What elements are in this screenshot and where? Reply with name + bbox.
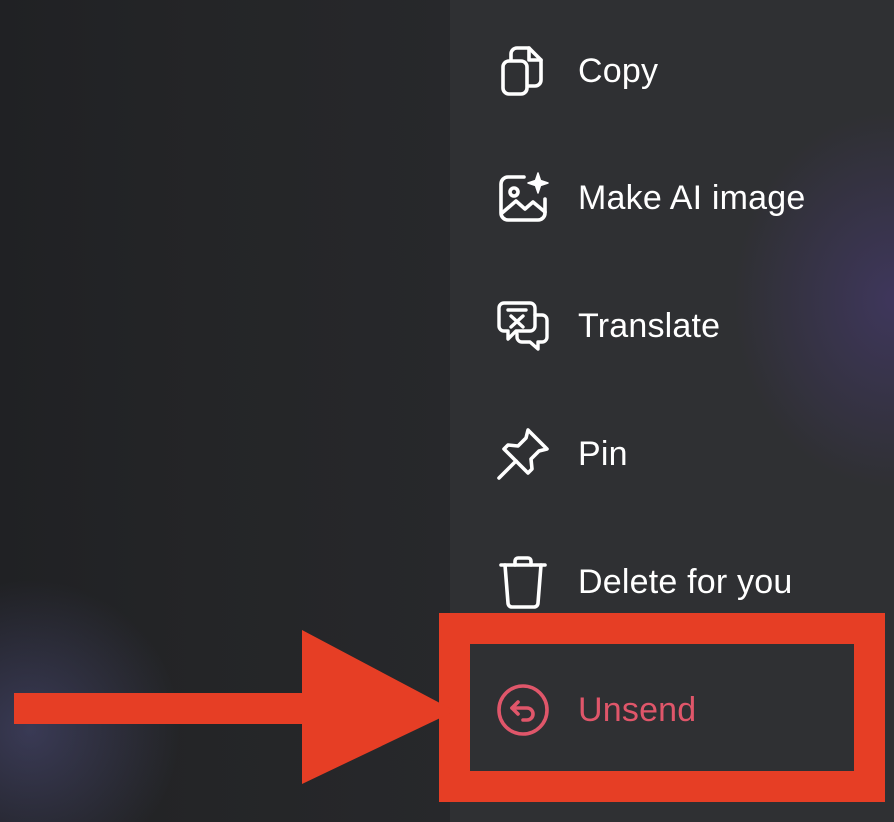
menu-item-label: Delete for you (578, 562, 793, 601)
menu-item-unsend[interactable]: Unsend (450, 655, 894, 765)
menu-item-label: Make AI image (578, 178, 806, 217)
menu-item-copy[interactable]: Copy (450, 16, 894, 126)
copy-icon (494, 42, 552, 100)
ai-image-icon (494, 169, 552, 227)
translate-icon (494, 297, 552, 355)
menu-item-label: Copy (578, 51, 659, 90)
menu-item-translate[interactable]: Translate (450, 271, 894, 381)
menu-item-pin[interactable]: Pin (450, 399, 894, 509)
menu-item-label: Translate (578, 306, 721, 345)
unsend-icon (494, 681, 552, 739)
menu-item-delete-for-you[interactable]: Delete for you (450, 527, 894, 637)
menu-item-label: Unsend (578, 690, 697, 729)
menu-item-label: Pin (578, 434, 628, 473)
message-actions-menu: Copy Make AI image Translate Pin Delete … (450, 0, 894, 822)
menu-item-make-ai-image[interactable]: Make AI image (450, 143, 894, 253)
annotation-arrow (14, 630, 455, 784)
trash-icon (494, 553, 552, 611)
pin-icon (494, 425, 552, 483)
screen: Copy Make AI image Translate Pin Delete … (0, 0, 894, 822)
